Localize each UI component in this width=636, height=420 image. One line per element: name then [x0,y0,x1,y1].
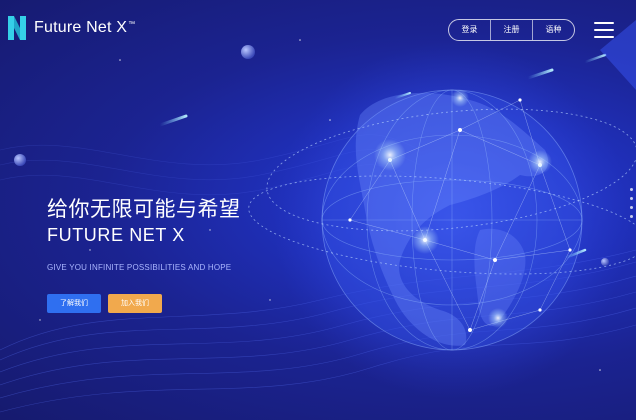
nav-language[interactable]: 语种 [532,20,574,40]
planet-decoration [241,45,255,59]
nav-login[interactable]: 登录 [449,20,490,40]
fnx-logo-icon [8,16,26,40]
hamburger-menu-icon[interactable] [594,22,614,38]
brand-logo[interactable]: Future Net X™ [6,14,135,42]
top-nav: 登录 注册 语种 [448,19,575,41]
slide-dot[interactable] [630,215,633,218]
slide-dot[interactable] [630,206,633,209]
learn-more-button[interactable]: 了解我们 [47,294,101,313]
slide-dot[interactable] [630,188,633,191]
globe-graphic [248,42,636,398]
brand-name: Future Net X™ [34,19,136,36]
slide-indicator [630,188,633,218]
hero-subheadline: FUTURE NET X [47,225,185,245]
hero-tagline: GIVE YOU INFINITE POSSIBILITIES AND HOPE [47,263,232,272]
hero-headline: 给你无限可能与希望 [47,197,241,221]
planet-decoration [601,258,609,266]
planet-decoration [14,154,26,166]
join-us-button[interactable]: 加入我们 [108,294,162,313]
slide-dot[interactable] [630,197,633,200]
nav-register[interactable]: 注册 [490,20,532,40]
landing-page: Future Net X™ 登录 注册 语种 给你无限可能与希望 FUTURE … [0,0,636,420]
